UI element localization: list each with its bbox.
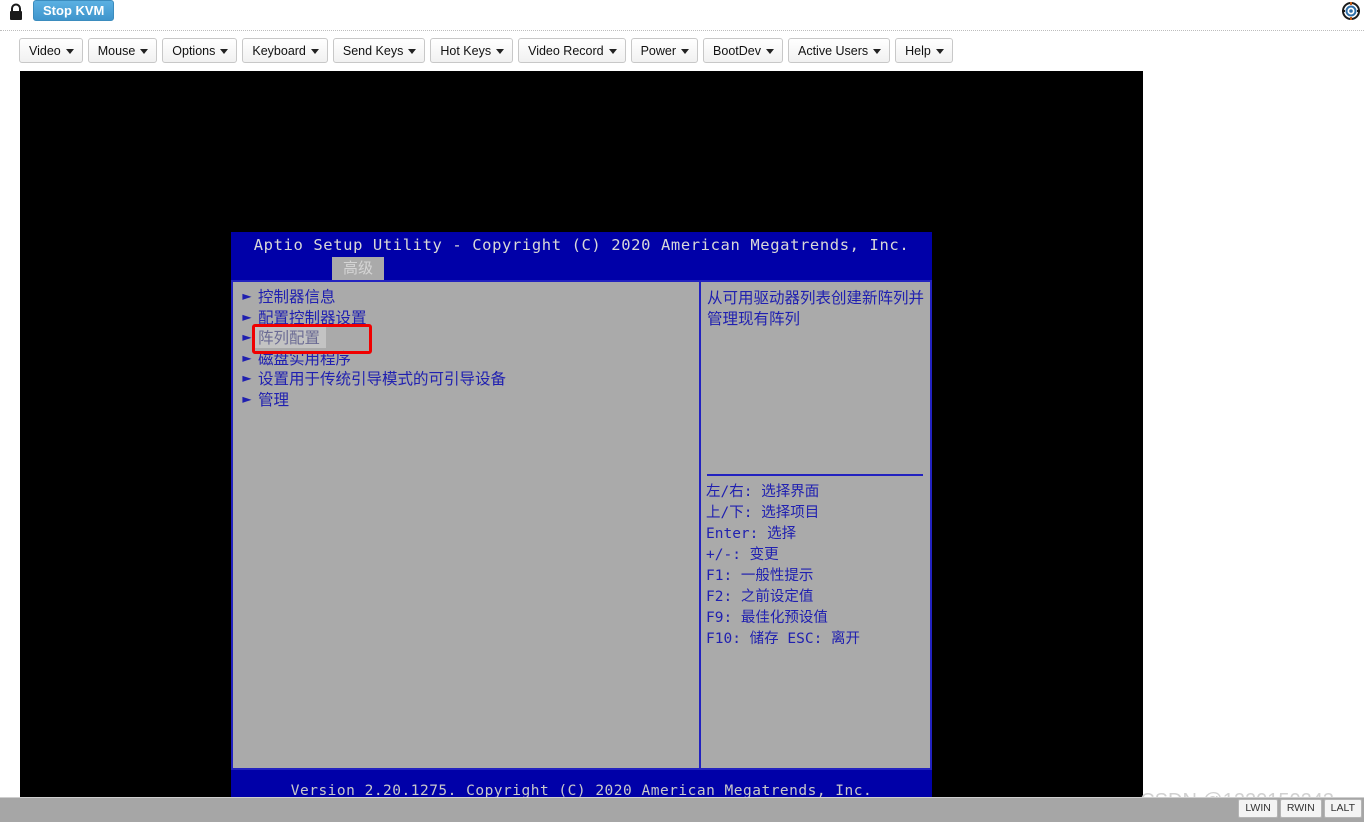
bios-tab-bar: 高级 <box>231 257 932 280</box>
chevron-down-icon <box>608 49 617 54</box>
bios-help-divider <box>707 474 923 476</box>
kvm-video-viewport[interactable]: Aptio Setup Utility - Copyright (C) 2020… <box>20 71 1143 797</box>
triangle-right-icon: ► <box>242 330 252 345</box>
top-bar: Stop KVM <box>0 0 1364 28</box>
chevron-down-icon <box>765 49 774 54</box>
gear-icon[interactable] <box>1342 2 1360 20</box>
chevron-down-icon <box>408 49 417 54</box>
bios-menu-item-label: 控制器信息 <box>258 288 336 307</box>
chevron-down-icon <box>65 49 74 54</box>
triangle-right-icon: ► <box>242 371 252 386</box>
menu-video-record[interactable]: Video Record <box>518 38 626 63</box>
bios-title: Aptio Setup Utility - Copyright (C) 2020… <box>253 236 910 254</box>
bios-body: ► 控制器信息 ► 配置控制器设置 ► 阵列配置 ► 磁盘实用程序 ► 设置用于… <box>231 280 932 770</box>
status-key-lalt[interactable]: LALT <box>1323 799 1362 818</box>
key-hint-up-down: 上/下: 选择项目 <box>706 505 820 521</box>
menu-video[interactable]: Video <box>19 38 83 63</box>
key-hint-f1: F1: 一般性提示 <box>706 568 814 584</box>
key-hint-enter: Enter: 选择 <box>706 526 797 542</box>
chevron-down-icon <box>935 49 944 54</box>
bios-menu-list: ► 控制器信息 ► 配置控制器设置 ► 阵列配置 ► 磁盘实用程序 ► 设置用于… <box>239 286 689 409</box>
menu-bootdev[interactable]: BootDev <box>703 38 783 63</box>
chevron-down-icon <box>140 49 149 54</box>
status-bar: LWIN RWIN LALT <box>0 797 1364 822</box>
bios-menu-item-label: 管理 <box>258 390 290 409</box>
triangle-right-icon: ► <box>242 289 252 304</box>
menu-keyboard[interactable]: Keyboard <box>242 38 328 63</box>
key-hint-f9: F9: 最佳化预设值 <box>706 610 828 626</box>
status-key-lwin[interactable]: LWIN <box>1238 799 1278 818</box>
menu-active-users-label: Active Users <box>797 43 869 58</box>
menu-mouse[interactable]: Mouse <box>87 38 158 63</box>
bios-help-panel: 从可用驱动器列表创建新阵列并管理现有阵列 左/右: 选择界面 上/下: 选择项目… <box>700 280 932 770</box>
menu-bootdev-label: BootDev <box>713 43 761 58</box>
bios-menu-item-disk-utilities[interactable]: ► 磁盘实用程序 <box>239 348 689 369</box>
chevron-down-icon <box>310 49 319 54</box>
triangle-right-icon: ► <box>242 391 252 406</box>
menu-power-label: Power <box>640 43 677 58</box>
bios-key-legend: 左/右: 选择界面 上/下: 选择项目 Enter: 选择 +/-: 变更 F1… <box>706 482 931 650</box>
lock-icon <box>8 3 24 21</box>
menu-keyboard-label: Keyboard <box>252 43 306 58</box>
key-hint-f10-esc: F10: 储存 ESC: 离开 <box>706 631 861 647</box>
bios-menu-item-array-configuration[interactable]: ► 阵列配置 <box>239 326 689 349</box>
bios-footer-version: Version 2.20.1275. Copyright (C) 2020 Am… <box>231 770 932 797</box>
bios-tab-advanced[interactable]: 高级 <box>332 257 385 280</box>
menu-options-label: Options <box>172 43 216 58</box>
menu-active-users[interactable]: Active Users <box>787 38 891 63</box>
bios-menu-item-set-bootable-device-legacy[interactable]: ► 设置用于传统引导模式的可引导设备 <box>239 368 689 389</box>
stop-kvm-button[interactable]: Stop KVM <box>33 0 115 21</box>
menu-help[interactable]: Help <box>895 38 953 63</box>
bios-menu-item-administration[interactable]: ► 管理 <box>239 389 689 410</box>
chevron-down-icon <box>496 49 505 54</box>
menu-send-keys[interactable]: Send Keys <box>332 38 426 63</box>
chevron-down-icon <box>220 49 229 54</box>
bios-setup-window: Aptio Setup Utility - Copyright (C) 2020… <box>231 232 932 797</box>
bios-menu-item-controller-info[interactable]: ► 控制器信息 <box>239 286 689 307</box>
menu-options[interactable]: Options <box>162 38 238 63</box>
chevron-down-icon <box>873 49 882 54</box>
triangle-right-icon: ► <box>242 309 252 324</box>
chevron-down-icon <box>681 49 690 54</box>
menu-send-keys-label: Send Keys <box>342 43 404 58</box>
menu-video-record-label: Video Record <box>528 43 604 58</box>
key-hint-left-right: 左/右: 选择界面 <box>706 484 820 500</box>
menu-power[interactable]: Power <box>630 38 699 63</box>
bios-menu-item-configure-controller-settings[interactable]: ► 配置控制器设置 <box>239 307 689 328</box>
menu-video-label: Video <box>29 43 61 58</box>
bios-menu-item-label: 阵列配置 <box>255 326 327 349</box>
menu-hot-keys[interactable]: Hot Keys <box>430 38 514 63</box>
key-hint-plus-minus: +/-: 变更 <box>706 547 779 563</box>
key-hint-f2: F2: 之前设定值 <box>706 589 814 605</box>
bios-help-description: 从可用驱动器列表创建新阵列并管理现有阵列 <box>707 289 925 328</box>
bios-menu-item-label: 配置控制器设置 <box>258 308 367 327</box>
menu-mouse-label: Mouse <box>97 43 136 58</box>
bios-menu-item-label: 设置用于传统引导模式的可引导设备 <box>258 370 507 389</box>
triangle-right-icon: ► <box>242 350 252 365</box>
status-bar-modifier-keys: LWIN RWIN LALT <box>1238 799 1362 818</box>
menu-hot-keys-label: Hot Keys <box>440 43 492 58</box>
status-key-rwin[interactable]: RWIN <box>1279 799 1322 818</box>
bios-menu-item-label: 磁盘实用程序 <box>258 349 352 368</box>
bios-menu-panel: ► 控制器信息 ► 配置控制器设置 ► 阵列配置 ► 磁盘实用程序 ► 设置用于… <box>231 280 700 770</box>
menu-help-label: Help <box>905 43 931 58</box>
kvm-menu-bar: Video Mouse Options Keyboard Send Keys H… <box>0 38 1364 64</box>
header-divider <box>0 30 1364 31</box>
